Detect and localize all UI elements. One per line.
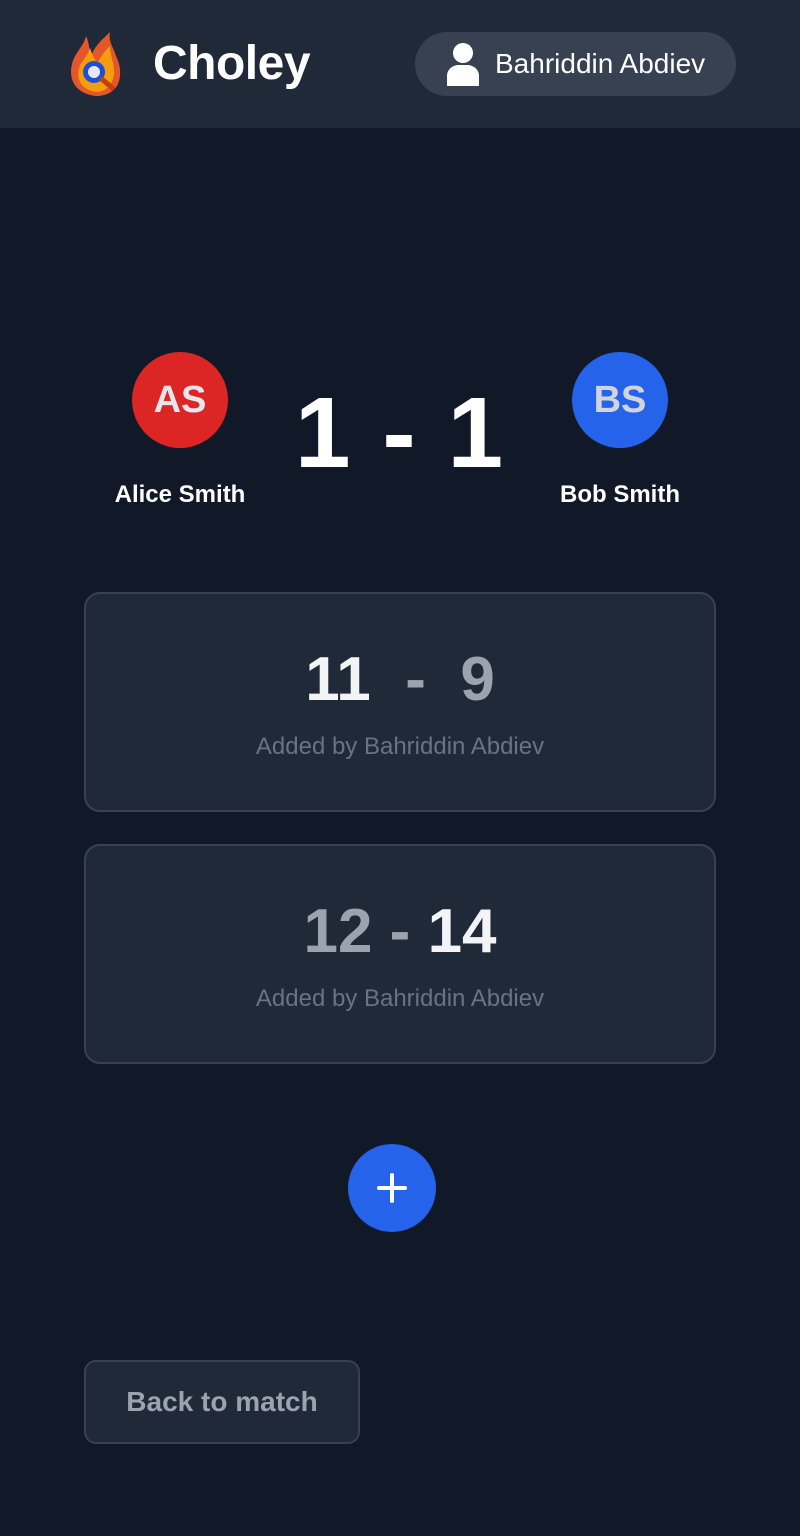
plus-icon <box>377 1173 407 1203</box>
match-score-separator: - <box>382 377 418 489</box>
player-right: BS Bob Smith <box>500 352 740 510</box>
set-score-right: 14 <box>427 897 497 966</box>
added-by-label: Added by Bahriddin Abdiev <box>255 985 545 1012</box>
avatar: AS <box>132 352 228 448</box>
set-score-left: 11 <box>305 645 371 714</box>
match-score-left: 1 <box>294 377 353 489</box>
app-title[interactable]: Choley <box>153 34 311 94</box>
add-set-button[interactable] <box>348 1144 436 1232</box>
avatar: BS <box>572 352 668 448</box>
set-score: 11 - 9 <box>86 644 714 716</box>
user-name: Bahriddin Abdiev <box>495 48 706 79</box>
back-to-match-button[interactable]: Back to match <box>84 1360 360 1444</box>
set-score: 12 - 14 <box>86 896 714 968</box>
flame-ping-pong-logo-icon[interactable] <box>66 30 126 98</box>
player-name: Bob Smith <box>560 481 680 508</box>
app-header: Choley Bahriddin Abdiev <box>0 0 800 128</box>
set-card[interactable]: 12 - 14 Added by Bahriddin Abdiev <box>84 844 716 1064</box>
set-score-separator: - <box>389 897 411 966</box>
set-score-separator: - <box>405 645 426 714</box>
set-score-left: 12 <box>303 897 373 966</box>
user-icon <box>447 43 479 86</box>
added-by-label: Added by Bahriddin Abdiev <box>255 733 545 760</box>
user-menu-button[interactable]: Bahriddin Abdiev <box>415 32 736 96</box>
match-score-right: 1 <box>447 377 506 489</box>
set-score-right: 9 <box>460 645 495 714</box>
set-card[interactable]: 11 - 9 Added by Bahriddin Abdiev <box>84 592 716 812</box>
